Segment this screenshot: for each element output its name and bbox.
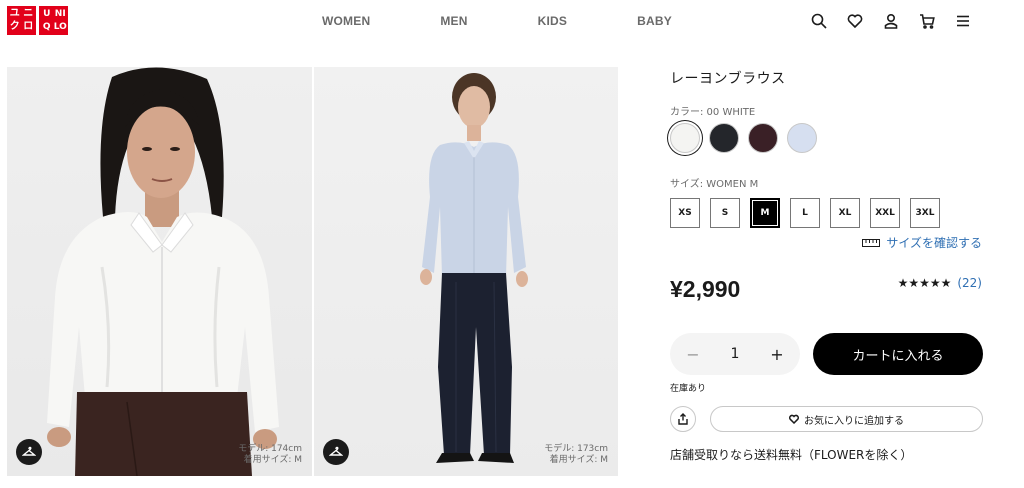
quantity-decrease-button[interactable]: − (684, 345, 702, 364)
size-guide-label: サイズを確認する (886, 236, 982, 250)
uniqlo-logo[interactable]: ユ ニ ク ロ U NI Q LO (7, 6, 68, 35)
quantity-increase-button[interactable]: + (768, 345, 786, 364)
logo-latin-block: U NI Q LO (39, 6, 68, 35)
favorite-label: お気に入りに追加する (804, 415, 904, 427)
rating-stars: ★★★★★ (897, 276, 952, 290)
main-nav: WOMEN MEN KIDS BABY (322, 14, 672, 28)
size-xl-button[interactable]: XL (830, 198, 860, 228)
review-count-link[interactable]: (22) (957, 276, 982, 290)
logo-char: Q (42, 21, 51, 32)
size-xxl-button[interactable]: XXL (870, 198, 900, 228)
color-swatch-dark-brown[interactable] (748, 123, 778, 153)
size-label: サイズ: WOMEN M (670, 179, 759, 190)
model-height: モデル: 174cm (238, 444, 302, 454)
model-size: 着用サイズ: M (549, 455, 608, 465)
share-icon (678, 413, 688, 425)
model-info: モデル: 174cm 着用サイズ: M (238, 444, 302, 466)
shipping-note: 店舗受取りなら送料無料（FLOWERを除く） (670, 448, 913, 462)
size-3xl-button[interactable]: 3XL (910, 198, 940, 228)
hanger-icon[interactable] (323, 439, 349, 465)
add-to-cart-button[interactable]: カートに入れる (813, 333, 983, 375)
menu-icon[interactable] (954, 12, 972, 30)
search-icon[interactable] (810, 12, 828, 30)
logo-char: ニ (23, 8, 34, 20)
color-label: カラー: 00 WHITE (670, 107, 756, 118)
color-swatches (670, 123, 817, 153)
heart-icon[interactable] (846, 12, 864, 30)
nav-baby[interactable]: BABY (637, 14, 672, 28)
logo-char: ク (9, 20, 20, 32)
share-button[interactable] (670, 406, 696, 432)
logo-katakana-block: ユ ニ ク ロ (7, 6, 36, 35)
model-closeup-illustration (47, 67, 279, 476)
site-header: ユ ニ ク ロ U NI Q LO WOMEN MEN KIDS BABY (0, 0, 1024, 44)
model-size: 着用サイズ: M (243, 455, 302, 465)
logo-char: ユ (9, 8, 20, 20)
product-rating[interactable]: ★★★★★ (22) (898, 276, 982, 290)
size-xs-button[interactable]: XS (670, 198, 700, 228)
product-image-closeup[interactable]: モデル: 174cm 着用サイズ: M (7, 67, 312, 476)
heart-icon (789, 414, 799, 424)
product-name: レーヨンブラウス (670, 71, 786, 87)
product-price: ¥2,990 (670, 276, 741, 302)
size-s-button[interactable]: S (710, 198, 740, 228)
cart-icon[interactable] (918, 12, 936, 30)
quantity-value: 1 (730, 346, 740, 362)
ruler-icon (862, 238, 881, 247)
model-info: モデル: 173cm 着用サイズ: M (544, 444, 608, 466)
nav-men[interactable]: MEN (440, 14, 467, 28)
stock-status: 在庫あり (670, 384, 707, 394)
color-swatch-light-blue[interactable] (787, 123, 817, 153)
logo-char: U (43, 9, 51, 20)
account-icon[interactable] (882, 12, 900, 30)
nav-women[interactable]: WOMEN (322, 14, 370, 28)
size-guide-link[interactable]: サイズを確認する (862, 234, 982, 251)
hanger-icon[interactable] (16, 439, 42, 465)
size-l-button[interactable]: L (790, 198, 820, 228)
header-icons (810, 12, 972, 30)
size-selector: XS S M L XL XXL 3XL (670, 198, 940, 228)
quantity-stepper: − 1 + (670, 333, 800, 375)
logo-char: NI (54, 9, 66, 20)
nav-kids[interactable]: KIDS (538, 14, 567, 28)
model-fullbody-illustration (420, 73, 528, 463)
logo-char: LO (53, 21, 67, 32)
model-height: モデル: 173cm (544, 444, 608, 454)
color-swatch-white[interactable] (670, 123, 700, 153)
logo-char: ロ (23, 20, 34, 32)
product-image-fullbody[interactable]: モデル: 173cm 着用サイズ: M (314, 67, 618, 476)
size-m-button[interactable]: M (750, 198, 780, 228)
color-swatch-black[interactable] (709, 123, 739, 153)
add-to-favorites-button[interactable]: お気に入りに追加する (710, 406, 983, 432)
